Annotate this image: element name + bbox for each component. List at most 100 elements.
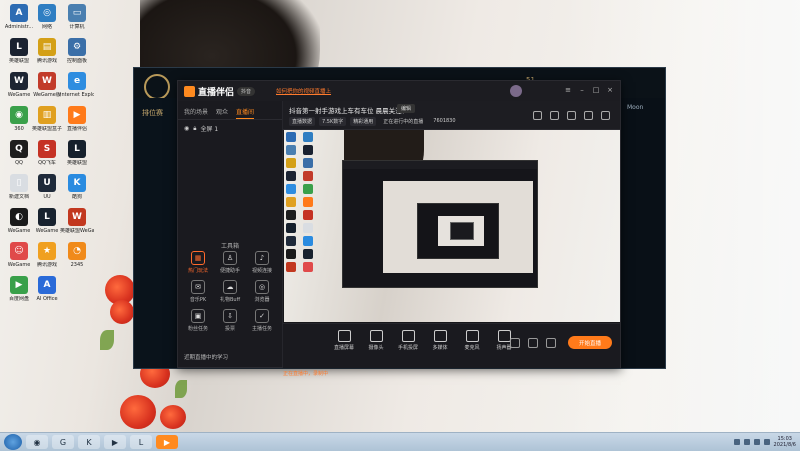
- taskbar-app-game[interactable]: G: [52, 435, 74, 449]
- desktop-icon[interactable]: A AI Office: [32, 276, 62, 302]
- tab-scenes[interactable]: 我的场景: [184, 107, 208, 119]
- meta-item[interactable]: 7.5K数字: [319, 117, 347, 126]
- tool-item[interactable]: ✉ 音乐PK: [182, 280, 214, 303]
- gear-icon[interactable]: [546, 338, 556, 348]
- source-button-label: 摄像头: [368, 345, 384, 351]
- maximize-icon[interactable]: □: [592, 86, 600, 94]
- brand-name: 直播伴侣: [198, 88, 235, 98]
- app-brand: 直播伴侣 抖音: [184, 85, 256, 98]
- clock[interactable]: 15:03 2021/8/6: [774, 436, 796, 448]
- desktop-icon[interactable]: S QQ飞车: [32, 140, 62, 166]
- desktop-icon[interactable]: ◉ 360: [4, 106, 34, 132]
- desktop-icon[interactable]: A Administr...: [4, 4, 34, 30]
- meta-item[interactable]: 精彩通用: [350, 117, 377, 126]
- edit-room-button[interactable]: 编辑: [397, 104, 416, 113]
- volume-icon[interactable]: [763, 439, 770, 445]
- app-icon: W: [10, 72, 28, 90]
- desktop-icon[interactable]: K 酷狗: [62, 174, 92, 200]
- lock-icon[interactable]: [550, 111, 559, 120]
- bell-icon[interactable]: [584, 111, 593, 120]
- notice-link[interactable]: 如何把你的视频直播上: [276, 87, 331, 95]
- source-button[interactable]: 麦克风: [461, 330, 483, 351]
- meta-item[interactable]: 直播数据: [289, 117, 316, 126]
- desktop-icon[interactable]: ▭ 计算机: [62, 4, 92, 30]
- tool-item[interactable]: ▣ 粉丝任务: [182, 309, 214, 332]
- live-preview[interactable]: [284, 130, 620, 322]
- settings-icon[interactable]: [528, 338, 538, 348]
- tool-item[interactable]: ◎ 浏览器: [246, 280, 278, 303]
- desktop-icon[interactable]: ◐ WeGame: [4, 208, 34, 234]
- record-icon[interactable]: [510, 338, 520, 348]
- tool-item[interactable]: ☁ 礼物Buff: [214, 280, 246, 303]
- desktop-icon[interactable]: ▯ 新建文档: [4, 174, 34, 200]
- taskbar-app-stream[interactable]: ▶: [156, 435, 178, 449]
- desktop-icon[interactable]: L WeGame: [32, 208, 62, 234]
- tab-audience[interactable]: 观众: [216, 107, 228, 119]
- desktop-icon-label: WeGame版: [33, 92, 61, 98]
- mic-icon: [465, 330, 479, 342]
- platform-badge[interactable]: 抖音: [237, 87, 256, 96]
- desktop-icon[interactable]: W WeGame: [4, 72, 34, 98]
- avatar[interactable]: [510, 85, 522, 97]
- minimize-icon[interactable]: –: [578, 86, 586, 94]
- bottom-note[interactable]: 近期直播中的学习: [184, 353, 228, 361]
- taskbar-app-360[interactable]: ◉: [26, 435, 48, 449]
- tray-icon[interactable]: [743, 439, 750, 445]
- desktop-icon[interactable]: W 英雄联盟WeGame版: [60, 208, 94, 234]
- tool-item[interactable]: ✓ 主播任务: [246, 309, 278, 332]
- tool-item[interactable]: ▦ 热门玩法: [182, 251, 214, 274]
- tool-item[interactable]: ♙ 便捷助手: [214, 251, 246, 274]
- desktop-icon-label: 腾讯游戏: [36, 58, 57, 64]
- lock-icon[interactable]: 🔒︎: [193, 125, 196, 133]
- desktop-icon[interactable]: ▶ 直播伴侣: [62, 106, 92, 132]
- desktop-icon[interactable]: ▤ 腾讯游戏: [32, 38, 62, 64]
- desktop-icon[interactable]: Q QQ: [4, 140, 34, 166]
- desktop-icon[interactable]: W WeGame版: [32, 72, 62, 98]
- share-icon[interactable]: [601, 111, 610, 120]
- desktop-icon[interactable]: ◎ 网络: [32, 4, 62, 30]
- display-icon: [337, 330, 351, 342]
- source-button[interactable]: 多媒体: [429, 330, 451, 351]
- start-button[interactable]: [4, 434, 22, 450]
- start-live-button[interactable]: 开始直播: [568, 336, 612, 349]
- desktop-icon[interactable]: e Internet Explorer: [60, 72, 94, 98]
- desktop-icon[interactable]: ▥ 英雄联盟盒子: [32, 106, 62, 132]
- desktop-icon[interactable]: L 英雄联盟: [4, 38, 34, 64]
- desktop-icon[interactable]: L 英雄联盟: [62, 140, 92, 166]
- desktop-icon-label: WeGame: [7, 262, 31, 268]
- lol-side-label[interactable]: 排位赛: [142, 108, 178, 118]
- desktop-icon[interactable]: ▶ 百度网盘: [4, 276, 34, 302]
- desktop-icon-label: 新建文档: [8, 194, 29, 200]
- taskbar-app-kugou[interactable]: K: [78, 435, 100, 449]
- tool-item[interactable]: ⇩ 投票: [214, 309, 246, 332]
- tray-icon[interactable]: [733, 439, 740, 445]
- eye-icon[interactable]: ◉: [184, 125, 189, 132]
- streaming-app-window[interactable]: 直播伴侣 抖音 如何把你的视频直播上 ≡ – □ × 我的场景 观众 直播间 ◉…: [177, 80, 621, 377]
- tool-icon: ▦: [191, 251, 205, 265]
- nested-title-bar: [343, 161, 537, 169]
- screen-icon[interactable]: [567, 111, 576, 120]
- desktop-icon[interactable]: ★ 腾讯游戏: [32, 242, 62, 268]
- preview-mini-icon: [286, 132, 296, 142]
- source-button[interactable]: 手机投屏: [397, 330, 419, 351]
- taskbar-app-player[interactable]: ▶: [104, 435, 126, 449]
- aux-controls: [510, 338, 556, 348]
- preview-mini-icon: [303, 210, 313, 220]
- tool-icon: ♙: [223, 251, 237, 265]
- close-icon[interactable]: ×: [606, 86, 614, 94]
- taskbar-app-lol[interactable]: L: [130, 435, 152, 449]
- lol-logo-icon[interactable]: [144, 74, 170, 100]
- desktop-icon[interactable]: ⚙ 控制面板: [62, 38, 92, 64]
- menu-icon[interactable]: ≡: [564, 86, 572, 94]
- layout-icon[interactable]: [533, 111, 542, 120]
- tab-room[interactable]: 直播间: [236, 107, 255, 119]
- scene-item[interactable]: ◉ 🔒︎ 全屏 1: [178, 120, 282, 137]
- desktop-icon[interactable]: ☺ WeGame: [4, 242, 34, 268]
- source-button[interactable]: 摄像头: [365, 330, 387, 351]
- source-button[interactable]: 直播屏幕: [333, 330, 355, 351]
- desktop-icon[interactable]: U UU: [32, 174, 62, 200]
- network-icon[interactable]: [753, 439, 760, 445]
- tool-item[interactable]: ♪ 视频连接: [246, 251, 278, 274]
- lol-friend-label[interactable]: Moon: [627, 104, 659, 111]
- desktop-icon[interactable]: ◔ 2345: [62, 242, 92, 268]
